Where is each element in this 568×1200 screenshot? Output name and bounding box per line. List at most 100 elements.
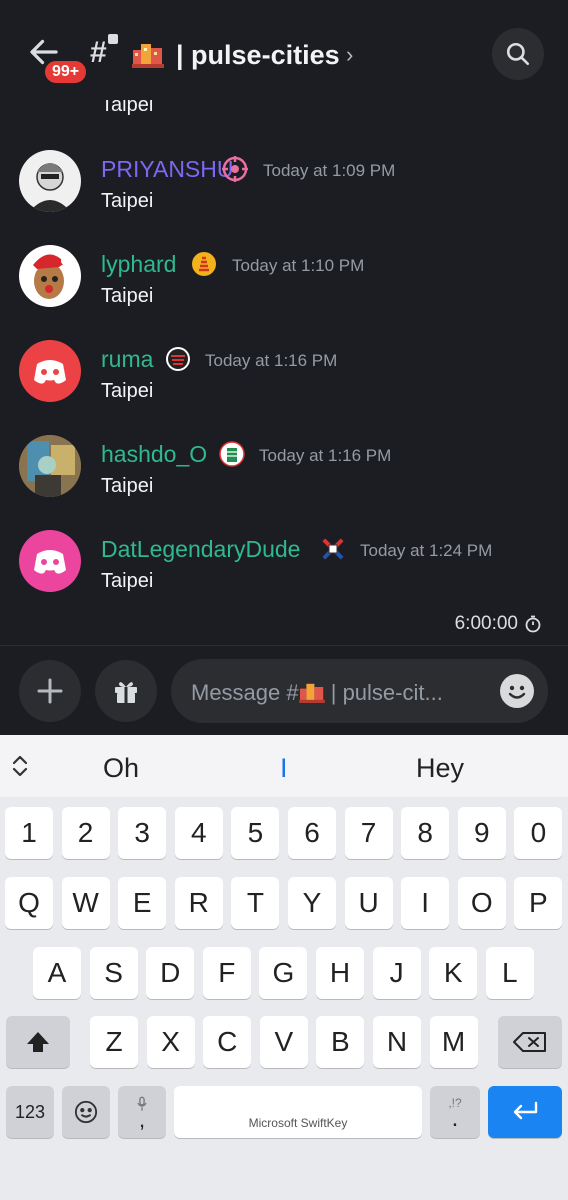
numbers-key[interactable]: 123 xyxy=(6,1086,54,1138)
chevron-right-icon[interactable]: › xyxy=(346,42,353,68)
timer-icon xyxy=(525,615,541,633)
period-key[interactable]: ,!? . xyxy=(430,1086,480,1138)
role-icon xyxy=(192,252,216,276)
key-q[interactable]: Q xyxy=(5,877,53,929)
message-text: Taipei xyxy=(101,475,154,497)
onscreen-keyboard: Oh I Hey 1234567890QWERTYUIOPASDFGHJKLZX… xyxy=(0,735,568,1200)
message-item[interactable]: PRIYANSHU Today at 1:09 PM Taipei xyxy=(0,150,568,230)
key-y[interactable]: Y xyxy=(288,877,336,929)
key-2[interactable]: 2 xyxy=(61,807,110,859)
key-f[interactable]: F xyxy=(202,947,251,999)
suggestion-3[interactable]: Hey xyxy=(416,753,464,784)
message-list[interactable]: Taipei PRIYANSHU Today at 1:09 PM Taipei xyxy=(0,100,568,645)
message-timestamp: Today at 1:09 PM xyxy=(263,161,396,180)
message-composer: Message # | pulse-cit... xyxy=(0,645,568,735)
key-w[interactable]: W xyxy=(61,877,110,929)
gift-icon xyxy=(115,682,137,703)
key-u[interactable]: U xyxy=(344,877,393,929)
city-emoji-icon xyxy=(298,683,325,703)
avatar[interactable] xyxy=(19,150,81,212)
key-o[interactable]: O xyxy=(457,877,506,929)
key-i[interactable]: I xyxy=(401,877,450,929)
key-h[interactable]: H xyxy=(316,947,364,999)
role-icon xyxy=(321,537,345,561)
shift-key[interactable] xyxy=(6,1016,70,1068)
role-icon xyxy=(222,156,248,182)
key-3[interactable]: 3 xyxy=(118,807,167,859)
key-t[interactable]: T xyxy=(231,877,280,929)
shift-icon xyxy=(27,1032,49,1052)
author-name[interactable]: PRIYANSHU xyxy=(101,156,234,183)
plus-icon xyxy=(37,678,63,704)
author-name[interactable]: hashdo_O xyxy=(101,441,207,468)
key-4[interactable]: 4 xyxy=(174,807,223,859)
key-8[interactable]: 8 xyxy=(401,807,450,859)
key-x[interactable]: X xyxy=(146,1016,195,1068)
key-9[interactable]: 9 xyxy=(457,807,506,859)
key-m[interactable]: M xyxy=(429,1016,478,1068)
emoji-icon xyxy=(508,685,526,699)
message-item[interactable]: ruma Today at 1:16 PM Taipei xyxy=(0,340,568,420)
backspace-key[interactable] xyxy=(498,1016,562,1068)
comma-key[interactable]: , xyxy=(118,1086,166,1138)
avatar[interactable] xyxy=(19,435,81,497)
search-icon xyxy=(506,42,530,66)
message-timestamp: Today at 1:10 PM xyxy=(232,256,365,275)
key-e[interactable]: E xyxy=(118,877,167,929)
key-5[interactable]: 5 xyxy=(231,807,280,859)
backspace-icon xyxy=(513,1032,546,1052)
search-button[interactable] xyxy=(492,28,544,80)
message-item[interactable]: lyphard Today at 1:10 PM Taipei xyxy=(0,245,568,325)
avatar[interactable] xyxy=(19,530,81,592)
message-timestamp: Today at 1:24 PM xyxy=(360,541,493,560)
message-input[interactable]: Message # | pulse-cit... xyxy=(171,659,548,723)
key-l[interactable]: L xyxy=(485,947,534,999)
message-text: Taipei xyxy=(101,285,154,307)
message-timestamp: Today at 1:16 PM xyxy=(205,351,338,370)
role-icon xyxy=(219,441,245,467)
avatar[interactable] xyxy=(19,245,81,307)
key-j[interactable]: J xyxy=(372,947,421,999)
key-0[interactable]: 0 xyxy=(514,807,563,859)
suggestion-2[interactable]: I xyxy=(280,753,288,784)
slowmode-timer: 6:00:00 xyxy=(455,613,542,635)
key-d[interactable]: D xyxy=(146,947,195,999)
key-k[interactable]: K xyxy=(429,947,478,999)
message-text: Taipei xyxy=(101,380,154,402)
key-p[interactable]: P xyxy=(514,877,563,929)
smiley-icon xyxy=(74,1100,98,1124)
suggestion-bar: Oh I Hey xyxy=(0,735,568,797)
key-r[interactable]: R xyxy=(174,877,223,929)
message-text: Taipei xyxy=(101,190,154,212)
key-g[interactable]: G xyxy=(259,947,308,999)
key-z[interactable]: Z xyxy=(90,1016,138,1068)
key-c[interactable]: C xyxy=(203,1016,252,1068)
key-7[interactable]: 7 xyxy=(344,807,393,859)
key-n[interactable]: N xyxy=(373,1016,421,1068)
expand-toggle-icon[interactable] xyxy=(8,753,32,779)
message-input-placeholder: Message # | pulse-cit... xyxy=(191,680,443,705)
key-v[interactable]: V xyxy=(259,1016,308,1068)
enter-key[interactable] xyxy=(488,1086,562,1138)
space-bar[interactable]: Microsoft SwiftKey xyxy=(174,1086,422,1138)
author-name[interactable]: ruma xyxy=(101,346,153,373)
key-1[interactable]: 1 xyxy=(5,807,53,859)
message-text: Taipei xyxy=(101,100,154,116)
suggestion-1[interactable]: Oh xyxy=(103,753,139,784)
emoji-button[interactable] xyxy=(500,674,534,708)
author-name[interactable]: DatLegendaryDude xyxy=(101,536,300,563)
add-attachment-button[interactable] xyxy=(19,660,81,722)
message-text: Taipei xyxy=(101,570,154,592)
key-s[interactable]: S xyxy=(89,947,138,999)
avatar[interactable] xyxy=(19,340,81,402)
author-name[interactable]: lyphard xyxy=(101,251,176,278)
key-6[interactable]: 6 xyxy=(288,807,336,859)
key-b[interactable]: B xyxy=(316,1016,365,1068)
gift-button[interactable] xyxy=(95,660,157,722)
message-item[interactable]: DatLegendaryDude Today at 1:24 PM Taipei xyxy=(0,530,568,610)
key-a[interactable]: A xyxy=(33,947,81,999)
message-item[interactable]: hashdo_O Today at 1:16 PM Taipei xyxy=(0,435,568,515)
hash-lock-icon: # xyxy=(90,34,118,70)
emoji-key[interactable] xyxy=(62,1086,110,1138)
channel-title[interactable]: | pulse-cities xyxy=(176,40,340,71)
